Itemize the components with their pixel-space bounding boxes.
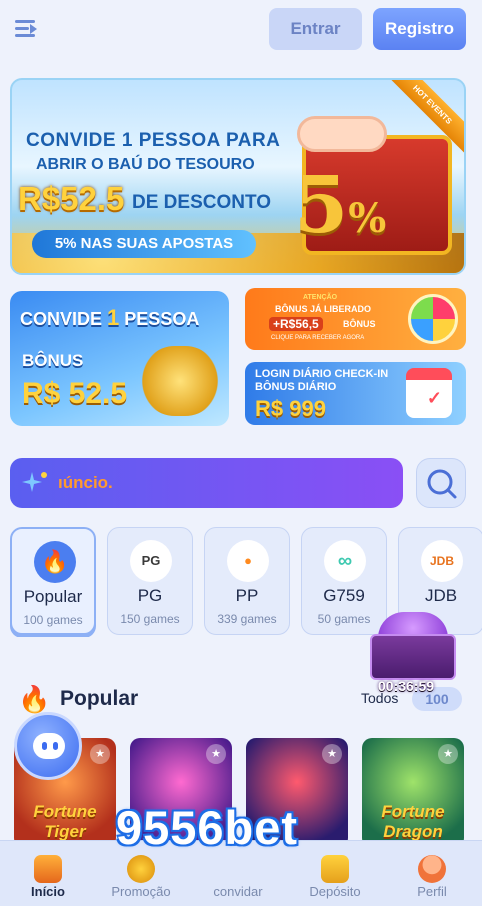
banner-pill: 5% NAS SUAS APOSTAS: [32, 230, 256, 258]
medal-icon: [127, 855, 155, 883]
attention-label: ATENÇÃO: [303, 294, 338, 301]
provider-name: Popular: [23, 587, 83, 606]
banner-amount: R$52.5: [18, 180, 125, 217]
bonus-cta: CLIQUE PARA RECEBER AGORA: [271, 335, 365, 341]
app-header: Entrar Registro: [0, 0, 482, 62]
checkmark-icon: ✓: [426, 388, 442, 408]
brand-logo: 9556bet: [116, 801, 299, 854]
favorite-icon[interactable]: ★: [90, 744, 110, 764]
provider-name: JDB: [424, 586, 458, 605]
game-title: Fortune Dragon: [381, 802, 445, 841]
banner-headline-3: DE DESCONTO: [132, 192, 272, 213]
game-card[interactable]: ★ Fortune Dragon: [362, 738, 464, 848]
banner-percent: 5%: [294, 160, 387, 251]
treasure-timer: 00:36:59: [378, 678, 435, 694]
profile-icon: [418, 855, 446, 883]
nav-label: Perfil: [417, 884, 447, 899]
invite-banner[interactable]: CONVIDE 1 PESSOA BÔNUS R$ 52.5: [10, 291, 229, 426]
game-title: Fortune Tiger: [33, 802, 97, 841]
nav-label: Depósito: [309, 884, 361, 899]
invite-banner-title: CONVIDE 1 PESSOA: [20, 305, 200, 330]
favorite-icon[interactable]: ★: [322, 744, 342, 764]
search-icon: [427, 469, 457, 499]
invite-banner-bonus: BÔNUS: [22, 351, 84, 370]
handshake-image: [297, 116, 387, 152]
nav-item-perfil[interactable]: Perfil: [384, 841, 480, 906]
daily-checkin-title: LOGIN DIÁRIO CHECK-IN: [255, 368, 389, 380]
nav-label: Início: [31, 884, 65, 899]
provider-tab-pp[interactable]: ● PP 339 games: [204, 527, 290, 635]
section-title: Popular: [60, 687, 139, 710]
provider-count: 150 games: [120, 612, 180, 626]
daily-checkin-banner[interactable]: ✓ LOGIN DIÁRIO CHECK-IN BÔNUS DIÁRIO R$ …: [245, 362, 466, 425]
invite-banner-amount: R$ 52.5: [22, 377, 128, 410]
wallet-icon: [321, 855, 349, 883]
provider-count: 339 games: [217, 612, 277, 626]
provider-name: PP: [235, 586, 259, 605]
prize-wheel-icon: [408, 294, 458, 344]
g759-logo-icon: ∞: [324, 540, 366, 582]
bonus-released-banner[interactable]: ATENÇÃO BÔNUS JÁ LIBERADO +R$56,5 BÔNUS …: [245, 288, 466, 350]
daily-bonus-label: BÔNUS DIÁRIO: [255, 381, 337, 393]
provider-tab-pg[interactable]: PG PG 150 games: [107, 527, 193, 635]
customer-support-button[interactable]: [14, 712, 82, 780]
provider-name: G759: [323, 586, 365, 605]
flame-icon: 🔥: [18, 684, 51, 714]
daily-bonus-amount: R$ 999: [255, 396, 326, 421]
sparkle-icon: [22, 472, 47, 492]
provider-name: PG: [137, 586, 163, 605]
treasure-chest-icon[interactable]: [364, 606, 462, 686]
support-eye-left: [42, 742, 47, 750]
nav-item-inicio[interactable]: Início: [0, 841, 96, 906]
announcement-marquee[interactable]: ıúncio.: [10, 458, 403, 508]
bonus-released-label: BÔNUS JÁ LIBERADO: [275, 304, 372, 314]
banner-headline-1: CONVIDE 1 PESSOA PARA: [26, 130, 281, 151]
pg-logo-icon: PG: [130, 540, 172, 582]
jdb-logo-icon: JDB: [421, 540, 463, 582]
provider-tab-popular[interactable]: 🔥 Popular 100 games: [10, 527, 96, 635]
nav-label: Promoção: [111, 884, 171, 899]
slot-machine-icon: [34, 855, 62, 883]
nav-item-deposito[interactable]: Depósito: [287, 841, 383, 906]
coins-image: [140, 346, 220, 416]
favorite-icon[interactable]: ★: [206, 744, 226, 764]
headset-icon: [33, 733, 65, 759]
promo-banner-main[interactable]: 5% CONVIDE 1 PESSOA PARA ABRIR O BAÚ DO …: [10, 78, 466, 275]
bonus-released-amount: +R$56,5: [269, 317, 323, 331]
bonus-tag: BÔNUS: [343, 319, 376, 329]
marquee-text: ıúncio.: [58, 473, 113, 492]
pp-logo-icon: ●: [227, 540, 269, 582]
nav-label: convidar: [213, 884, 263, 899]
provider-count: 100 games: [23, 613, 83, 627]
favorite-icon[interactable]: ★: [438, 744, 458, 764]
login-button[interactable]: Entrar: [269, 8, 362, 50]
flame-icon: 🔥: [34, 541, 76, 583]
support-eye-right: [53, 742, 58, 750]
register-button[interactable]: Registro: [373, 8, 466, 50]
banner-headline-2: ABRIR O BAÚ DO TESOURO: [36, 156, 255, 173]
chest-body: [370, 634, 456, 680]
search-button[interactable]: [416, 458, 466, 508]
menu-icon[interactable]: [12, 16, 40, 42]
